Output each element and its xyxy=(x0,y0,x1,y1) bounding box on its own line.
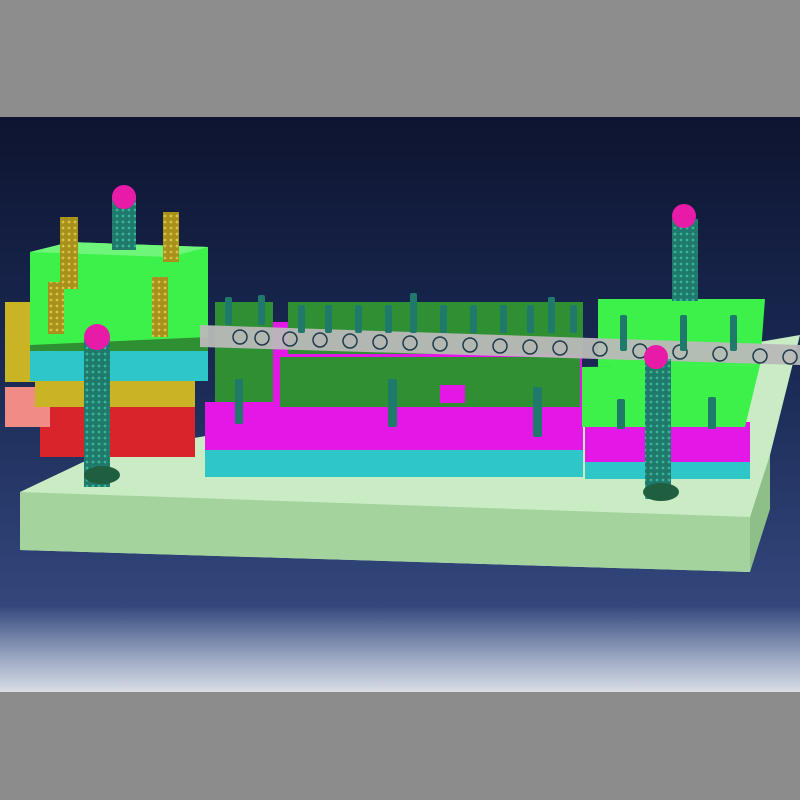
right-die-set xyxy=(582,299,765,479)
top-gray-band xyxy=(0,0,800,117)
progressive-die-model[interactable] xyxy=(0,117,800,692)
cad-viewport[interactable] xyxy=(0,117,800,692)
bottom-gray-band xyxy=(0,692,800,800)
